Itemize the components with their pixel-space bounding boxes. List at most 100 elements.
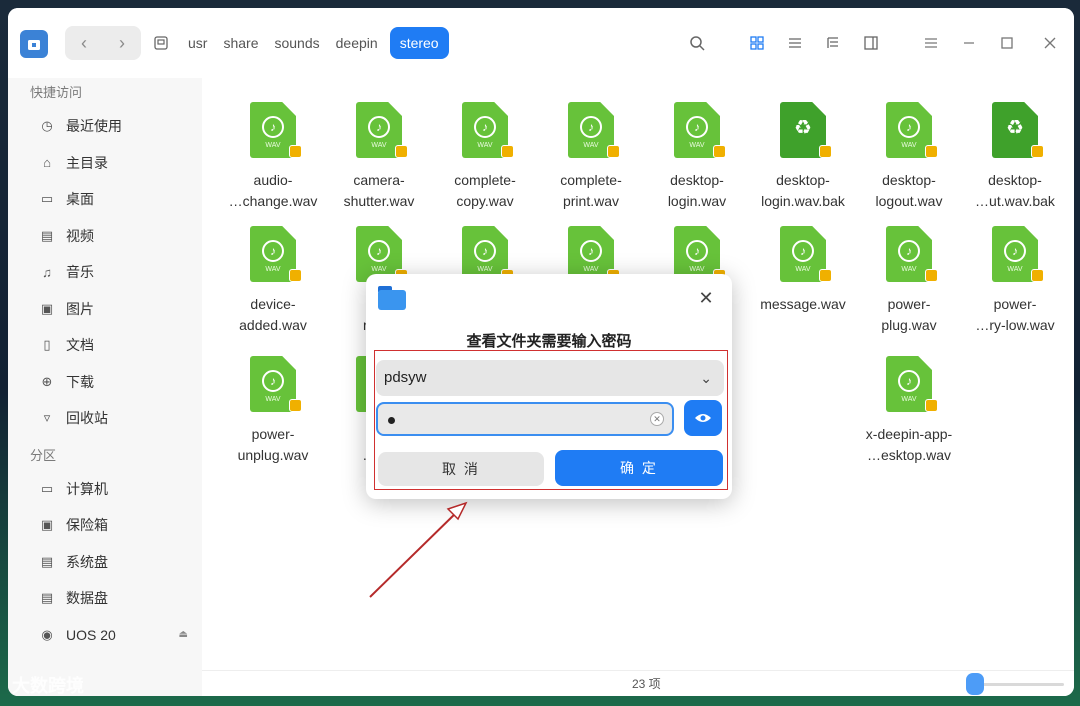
file-item[interactable]: ♪ WAV desktop-login.wav (644, 102, 750, 227)
sidebar-item-quick-0[interactable]: ◷ 最近使用 (8, 108, 202, 145)
download-icon: ⊕ (41, 373, 53, 389)
file-item[interactable]: ♪ WAV desktop-logout.wav (856, 102, 962, 227)
titlebar: ‹ › usr share sounds deepin stereo (8, 8, 1074, 78)
zoom-slider-thumb[interactable] (966, 673, 984, 695)
sidebar-item-label: 最近使用 (66, 118, 122, 135)
back-button[interactable]: ‹ (65, 26, 103, 60)
detail-panel-icon[interactable] (852, 28, 890, 58)
file-name-line1: x-deepin-app- (865, 426, 953, 442)
file-name-line2: …ut.wav.bak (975, 193, 1055, 209)
audio-file-icon: ♪WAV (992, 226, 1044, 282)
file-name-line1: message.wav (760, 296, 846, 312)
file-item[interactable]: ♪ WAV power- …ry-low.wav (962, 226, 1068, 351)
file-name-line1: camera- (353, 172, 405, 188)
status-bar: 23 项 (202, 670, 1074, 696)
cancel-button[interactable]: 取 消 (378, 452, 544, 486)
lock-icon (713, 145, 726, 158)
dialog-close-icon[interactable]: ✕ (696, 288, 716, 308)
file-item[interactable]: ♪ WAV power-plug.wav (856, 226, 962, 351)
sidebar-item-quick-3[interactable]: ▤ 视频 (8, 218, 202, 255)
file-item[interactable]: ♻ desktop- …ut.wav.bak (962, 102, 1068, 227)
breadcrumb-item-share[interactable]: share (215, 27, 266, 59)
lock-icon (1031, 145, 1044, 158)
watermark-logo: 大数跨境 (12, 676, 84, 696)
audio-file-icon: ♪WAV (886, 102, 938, 158)
icon-view-icon[interactable] (738, 28, 776, 58)
sidebar-header-quick-access: 快捷访问 (30, 85, 83, 100)
breadcrumb-item-sounds[interactable]: sounds (266, 27, 327, 59)
sidebar-item-label: 图片 (66, 300, 94, 317)
forward-button[interactable]: › (103, 26, 141, 60)
breadcrumb-item-stereo[interactable]: stereo (389, 27, 449, 59)
root-disk-icon[interactable] (150, 32, 172, 54)
tree-view-icon[interactable] (814, 28, 852, 58)
user-select[interactable]: pdsyw ⌄ (376, 360, 724, 396)
sidebar-item-part-4[interactable]: ◉ UOS 20 ⏏ (8, 617, 202, 654)
sidebar-item-label: 数据盘 (66, 590, 108, 607)
sidebar-header-partitions: 分区 (30, 447, 57, 463)
sidebar-item-quick-4[interactable]: ♫ 音乐 (8, 254, 202, 291)
close-icon[interactable] (1026, 28, 1074, 58)
password-dialog: ✕ 查看文件夹需要输入密码 pdsyw ⌄ ✕ 取 消 确 定 (366, 274, 732, 499)
sidebar-item-label: 视频 (66, 227, 94, 244)
disk-icon: ▤ (40, 553, 54, 569)
file-item[interactable]: ♪ WAV audio- …change.wav (220, 102, 326, 227)
breadcrumb-item-deepin[interactable]: deepin (328, 27, 386, 59)
zoom-slider-track[interactable] (974, 683, 1064, 686)
file-name-line1: complete- (560, 172, 622, 188)
disk-icon: ▤ (40, 590, 54, 606)
sidebar-item-part-0[interactable]: ▭ 计算机 (8, 471, 202, 508)
eject-icon[interactable]: ⏏ (179, 629, 188, 640)
file-item[interactable]: ♪ WAV message.wav (750, 226, 856, 351)
item-count: 23 项 (632, 677, 661, 691)
maximize-icon[interactable] (988, 28, 1026, 58)
sidebar-item-quick-8[interactable]: ▿ 回收站 (8, 400, 202, 437)
file-item[interactable]: ♪ WAV power-unplug.wav (220, 356, 326, 481)
search-icon[interactable] (678, 28, 716, 58)
sidebar-item-quick-1[interactable]: ⌂ 主目录 (8, 145, 202, 182)
lock-icon (1031, 269, 1044, 282)
recycle-file-icon: ♻ (780, 102, 832, 158)
file-item[interactable]: ♪ WAV complete-print.wav (538, 102, 644, 227)
sidebar-item-quick-6[interactable]: ▯ 文档 (8, 327, 202, 364)
sidebar-item-quick-5[interactable]: ▣ 图片 (8, 291, 202, 328)
sidebar-item-part-2[interactable]: ▤ 系统盘 (8, 544, 202, 581)
folder-icon (378, 286, 406, 310)
menu-icon[interactable] (912, 28, 950, 58)
file-item[interactable]: ♪ WAV device-added.wav (220, 226, 326, 351)
password-input[interactable]: ✕ (376, 402, 674, 436)
file-item[interactable]: ♻ desktop-login.wav.bak (750, 102, 856, 227)
list-view-icon[interactable] (776, 28, 814, 58)
video-icon: ▤ (40, 227, 54, 243)
file-item[interactable]: ♪ WAV complete-copy.wav (432, 102, 538, 227)
sidebar-item-part-1[interactable]: ▣ 保险箱 (8, 507, 202, 544)
sidebar-item-label: 保险箱 (66, 517, 108, 534)
breadcrumb-item-usr[interactable]: usr (180, 27, 215, 59)
file-item[interactable]: ♪ WAV camera-shutter.wav (326, 102, 432, 227)
chevron-down-icon: ⌄ (700, 370, 712, 386)
file-name-line2: shutter.wav (343, 193, 415, 209)
file-name-line1: device- (250, 296, 296, 312)
trash-icon: ▿ (43, 410, 51, 426)
minimize-icon[interactable] (950, 28, 988, 58)
lock-icon (501, 145, 514, 158)
file-item[interactable]: ♪ WAV x-deepin-app- …esktop.wav (856, 356, 962, 481)
show-password-button[interactable] (684, 400, 722, 436)
file-name-line1: desktop- (882, 172, 936, 188)
lock-icon (925, 399, 938, 412)
sidebar-item-label: 系统盘 (66, 553, 108, 570)
file-name-line2: added.wav (239, 317, 307, 333)
clock-icon: ◷ (41, 118, 53, 134)
sidebar-item-quick-2[interactable]: ▭ 桌面 (8, 181, 202, 218)
sidebar-item-quick-7[interactable]: ⊕ 下载 (8, 364, 202, 401)
confirm-button[interactable]: 确 定 (555, 450, 723, 486)
sidebar-item-part-3[interactable]: ▤ 数据盘 (8, 580, 202, 617)
lock-icon (395, 145, 408, 158)
sidebar-item-label: 桌面 (66, 191, 94, 208)
lock-icon (289, 269, 302, 282)
clear-input-icon[interactable]: ✕ (650, 412, 664, 426)
sidebar-item-label: 音乐 (66, 264, 94, 281)
file-manager-app-icon[interactable] (20, 30, 48, 58)
file-name-line2: …change.wav (228, 193, 318, 209)
dialog-title: 查看文件夹需要输入密码 (466, 333, 632, 350)
